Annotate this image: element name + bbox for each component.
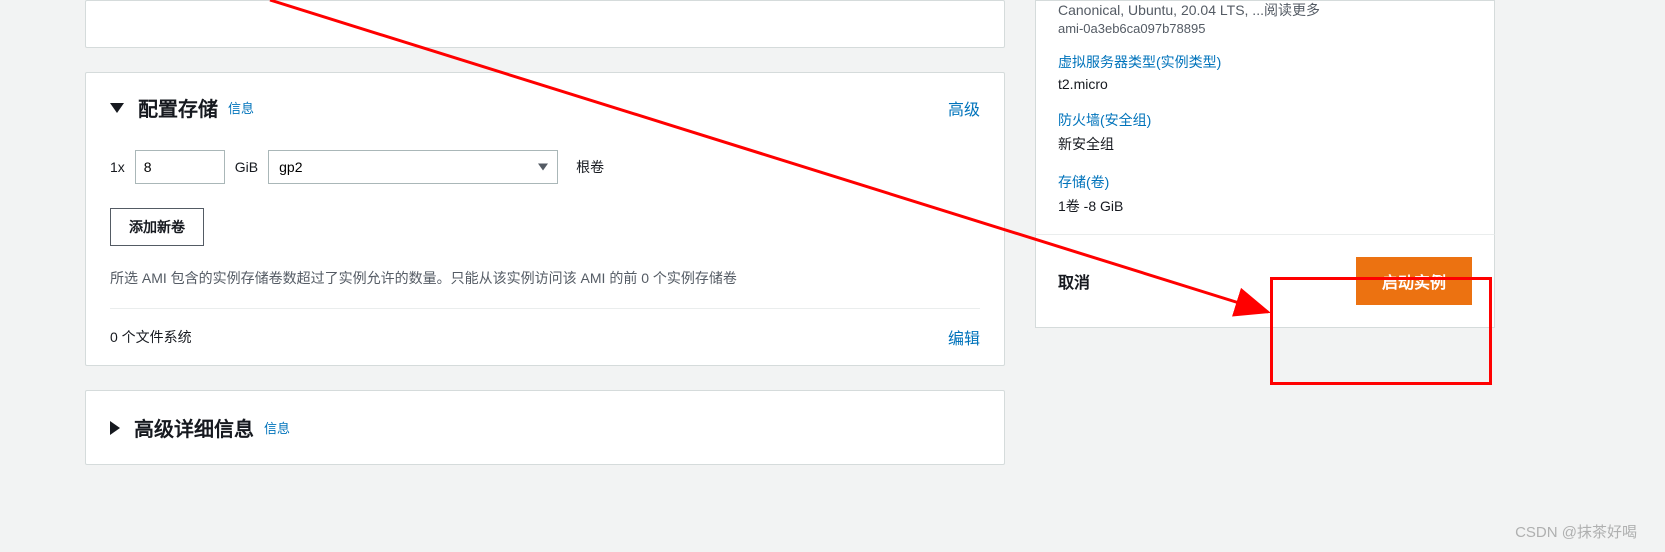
summary-panel: Canonical, Ubuntu, 20.04 LTS, ...阅读更多 am… xyxy=(1035,0,1495,235)
watermark: CSDN @抹茶好喝 xyxy=(1515,521,1637,542)
root-volume-label: 根卷 xyxy=(576,157,604,177)
storage-header: 配置存储 信息 高级 xyxy=(110,93,980,122)
volume-type-select[interactable] xyxy=(268,150,558,184)
caret-right-icon[interactable] xyxy=(110,421,120,435)
filesystem-count: 0 个文件系统 xyxy=(110,327,192,347)
advanced-section: 高级详细信息 信息 xyxy=(85,390,1005,465)
instance-type-link[interactable]: 虚拟服务器类型(实例类型) xyxy=(1058,52,1472,72)
volume-row: 1x GiB 根卷 xyxy=(110,150,980,184)
volume-size-input[interactable] xyxy=(135,150,225,184)
filesystem-row: 0 个文件系统 编辑 xyxy=(110,308,980,365)
firewall-link[interactable]: 防火墙(安全组) xyxy=(1058,110,1472,130)
advanced-title: 高级详细信息 xyxy=(134,413,254,442)
launch-instance-button[interactable]: 启动实例 xyxy=(1356,257,1472,305)
filesystem-edit-link[interactable]: 编辑 xyxy=(948,325,980,349)
volume-qty-label: 1x xyxy=(110,159,125,175)
storage-value: 1卷 -8 GiB xyxy=(1058,196,1472,216)
summary-ami-line: Canonical, Ubuntu, 20.04 LTS, ...阅读更多 xyxy=(1058,1,1472,21)
caret-down-icon[interactable] xyxy=(110,103,124,113)
storage-title: 配置存储 xyxy=(138,93,218,122)
summary-ami-id: ami-0a3eb6ca097b78895 xyxy=(1058,21,1472,36)
firewall-value: 新安全组 xyxy=(1058,134,1472,154)
storage-advanced-link[interactable]: 高级 xyxy=(948,96,980,120)
footer-bar: 取消 启动实例 xyxy=(1035,234,1495,328)
instance-type-value: t2.micro xyxy=(1058,76,1472,92)
advanced-info-link[interactable]: 信息 xyxy=(264,418,290,437)
placeholder-card xyxy=(85,0,1005,48)
storage-note: 所选 AMI 包含的实例存储卷数超过了实例允许的数量。只能从该实例访问该 AMI… xyxy=(110,268,980,288)
storage-link[interactable]: 存储(卷) xyxy=(1058,172,1472,192)
cancel-button[interactable]: 取消 xyxy=(1058,259,1090,303)
volume-unit-label: GiB xyxy=(235,159,258,175)
add-volume-button[interactable]: 添加新卷 xyxy=(110,208,204,246)
storage-section: 配置存储 信息 高级 1x GiB 根卷 添加新卷 所选 AMI 包含的实例存储… xyxy=(85,72,1005,366)
storage-info-link[interactable]: 信息 xyxy=(228,98,254,117)
